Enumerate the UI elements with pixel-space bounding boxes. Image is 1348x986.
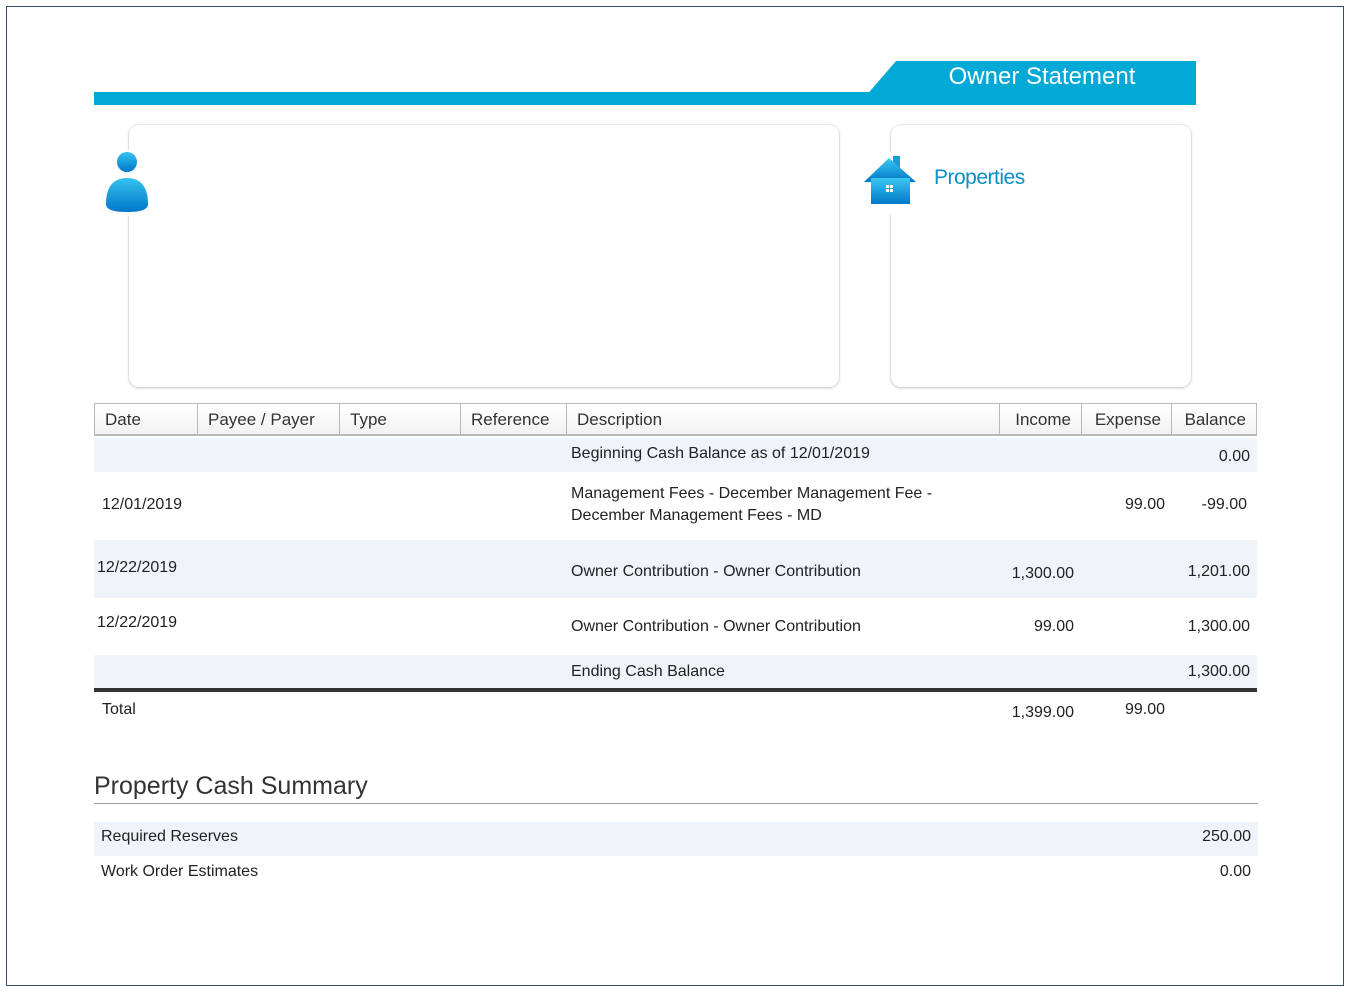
- summary-row: Required Reserves 250.00: [94, 822, 1258, 856]
- summary-label: Work Order Estimates: [101, 863, 259, 880]
- column-header-income: Income: [1000, 404, 1082, 435]
- row-description: Management Fees - December Management Fe…: [571, 485, 933, 524]
- column-header-date: Date: [95, 404, 198, 435]
- row-balance: 1,300.00: [1187, 663, 1250, 680]
- row-expense: 99.00: [1124, 496, 1165, 513]
- table-row: 12/22/2019 Owner Contribution - Owner Co…: [94, 540, 1257, 598]
- row-balance: 1,201.00: [1187, 563, 1250, 580]
- table-row: Ending Cash Balance 1,300.00: [94, 655, 1257, 688]
- summary-label: Required Reserves: [101, 828, 238, 845]
- house-icon: [860, 152, 922, 214]
- table-row: Beginning Cash Balance as of 12/01/2019 …: [94, 438, 1257, 472]
- row-description: Beginning Cash Balance as of 12/01/2019: [571, 445, 870, 462]
- properties-title: Properties: [934, 166, 1025, 189]
- column-header-payee: Payee / Payer: [198, 404, 340, 435]
- table-row: 12/22/2019 Owner Contribution - Owner Co…: [94, 598, 1257, 655]
- row-description: Owner Contribution - Owner Contribution: [571, 563, 861, 580]
- summary-value: 250.00: [1202, 828, 1251, 845]
- cash-summary-divider: [94, 803, 1258, 804]
- row-balance: 0.00: [1218, 448, 1250, 465]
- person-icon: [100, 150, 156, 216]
- total-label: Total: [102, 701, 136, 718]
- row-income: 1,300.00: [1011, 565, 1074, 582]
- table-row: 12/01/2019 Management Fees - December Ma…: [94, 472, 1257, 540]
- row-date: 12/01/2019: [102, 496, 183, 513]
- column-header-description: Description: [567, 404, 1000, 435]
- summary-row: Work Order Estimates 0.00: [94, 857, 1258, 891]
- column-header-type: Type: [340, 404, 461, 435]
- row-description: Ending Cash Balance: [571, 663, 725, 680]
- total-income: 1,399.00: [1011, 704, 1074, 721]
- total-row: Total 1,399.00 99.00: [94, 692, 1257, 732]
- cash-summary-title: Property Cash Summary: [94, 772, 368, 800]
- row-date: 12/22/2019: [97, 614, 178, 631]
- total-expense: 99.00: [1124, 701, 1165, 718]
- column-header-reference: Reference: [461, 404, 567, 435]
- column-header-balance: Balance: [1184, 410, 1246, 429]
- table-header: Date Payee / Payer Type Reference Descri…: [94, 403, 1257, 436]
- owner-info-card: [129, 125, 839, 387]
- row-balance: -99.00: [1201, 496, 1247, 513]
- properties-card: [891, 125, 1191, 387]
- summary-value: 0.00: [1219, 863, 1251, 880]
- row-description: Owner Contribution - Owner Contribution: [571, 618, 861, 635]
- row-income: 99.00: [1033, 618, 1074, 635]
- page-title: Owner Statement: [948, 63, 1136, 90]
- row-date: 12/22/2019: [97, 559, 178, 576]
- row-balance: 1,300.00: [1187, 618, 1250, 635]
- column-header-expense: Expense: [1082, 404, 1172, 435]
